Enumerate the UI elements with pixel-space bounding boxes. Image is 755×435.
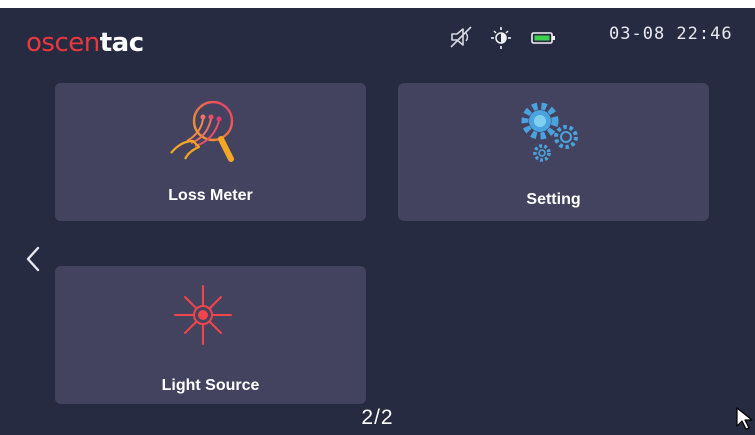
loss-meter-icon xyxy=(170,100,234,162)
loss-meter-tile[interactable]: Loss Meter xyxy=(55,83,366,221)
loss-meter-label: Loss Meter xyxy=(168,187,253,204)
battery-icon xyxy=(531,32,555,44)
brand-logo: oscentac xyxy=(26,28,144,58)
mouse-cursor-icon xyxy=(736,407,753,430)
light-source-tile[interactable]: Light Source xyxy=(55,266,366,404)
light-source-icon xyxy=(174,285,232,345)
datetime-display: 03-08 22:46 xyxy=(609,24,733,44)
device-screen: oscentac 03-08 22:46 Loss Meter Setting … xyxy=(0,0,755,435)
logo-text-part1: oscen xyxy=(26,28,100,58)
setting-tile[interactable]: Setting xyxy=(398,83,709,221)
chevron-left-icon[interactable] xyxy=(22,242,46,276)
logo-text-part2: tac xyxy=(99,28,144,58)
page-indicator: 2/2 xyxy=(361,406,394,429)
gears-icon xyxy=(521,102,578,162)
brightness-icon[interactable] xyxy=(488,24,514,50)
mute-icon[interactable] xyxy=(448,24,474,50)
setting-label: Setting xyxy=(526,191,581,208)
home-panel: oscentac 03-08 22:46 Loss Meter Setting … xyxy=(0,8,755,435)
light-source-label: Light Source xyxy=(161,377,260,394)
